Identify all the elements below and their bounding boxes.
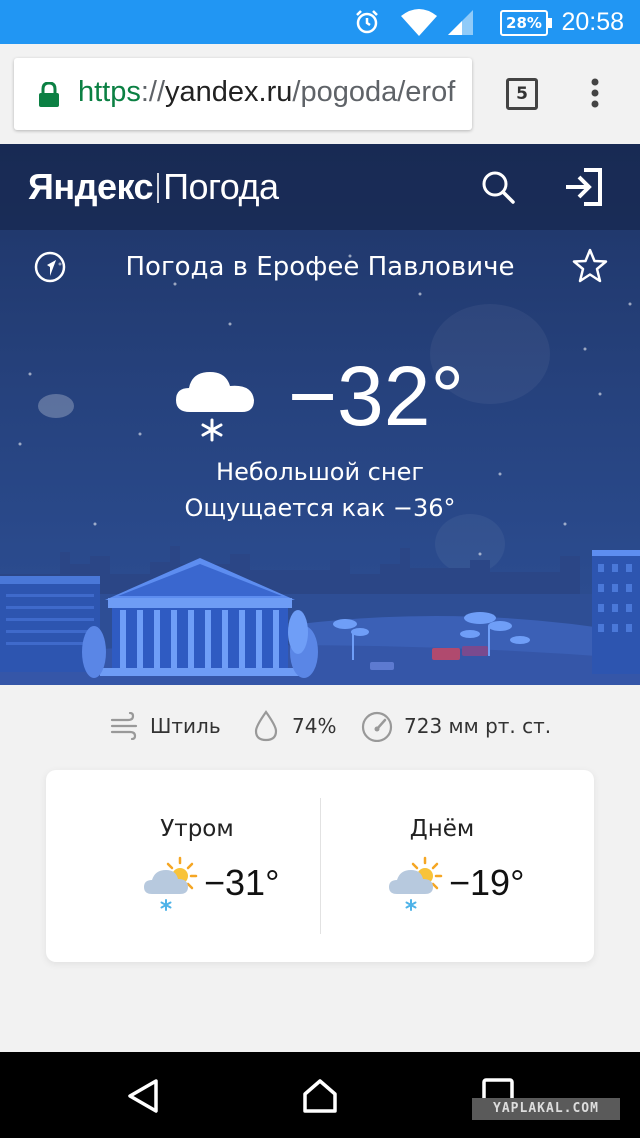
wind-metric: Штиль bbox=[110, 700, 230, 754]
url-host: yandex.ru bbox=[165, 76, 293, 108]
app-header: Яндекс Погода bbox=[0, 144, 640, 230]
watermark: YAPLAKAL.COM bbox=[472, 1098, 620, 1120]
wind-icon bbox=[110, 712, 138, 740]
yandex-weather-logo[interactable]: Яндекс Погода bbox=[28, 166, 279, 208]
wifi-icon bbox=[401, 9, 437, 36]
home-icon[interactable] bbox=[302, 1078, 338, 1114]
tab-switcher-button[interactable]: 5 bbox=[506, 78, 538, 110]
overflow-menu-icon[interactable] bbox=[590, 78, 600, 108]
url-text: https://yandex.ru/pogoda/erof bbox=[78, 76, 455, 109]
status-bar: 28% 20:58 bbox=[0, 0, 640, 44]
location-title[interactable]: Погода в Ерофее Павловиче bbox=[0, 252, 640, 282]
url-protocol: https bbox=[78, 76, 141, 108]
address-bar[interactable]: https://yandex.ru/pogoda/erof bbox=[14, 58, 472, 130]
lock-icon bbox=[39, 82, 59, 107]
pressure-gauge-icon bbox=[361, 711, 393, 742]
wind-value: Штиль bbox=[150, 714, 221, 738]
pressure-metric: 723 мм рт. ст. bbox=[360, 700, 560, 754]
url-separator: :// bbox=[140, 76, 166, 108]
cloud-snow-icon bbox=[176, 372, 254, 442]
logo-yandex: Яндекс bbox=[28, 166, 154, 207]
weather-hero: Яндекс Погода Погода в Ерофее Павловиче −… bbox=[0, 144, 640, 685]
forecast-day[interactable]: Днём −19° bbox=[305, 770, 579, 962]
battery-indicator: 28% bbox=[500, 10, 552, 36]
status-time: 20:58 bbox=[561, 8, 624, 36]
city-illustration bbox=[0, 546, 640, 685]
forecast-label: Утром bbox=[160, 816, 234, 842]
feels-like: Ощущается как −36° bbox=[184, 494, 456, 522]
current-temperature: −32° bbox=[288, 349, 465, 443]
back-icon[interactable] bbox=[126, 1078, 160, 1114]
partly-cloudy-snow-icon bbox=[389, 856, 443, 911]
system-nav-bar bbox=[0, 1052, 640, 1138]
humidity-value: 74% bbox=[292, 714, 337, 738]
search-icon[interactable] bbox=[480, 169, 516, 205]
location-row: Погода в Ерофее Павловиче bbox=[0, 248, 640, 288]
cell-signal-icon bbox=[448, 10, 473, 35]
forecast-label: Днём bbox=[409, 816, 475, 842]
forecast-temp: −19° bbox=[449, 862, 525, 903]
weather-metrics: Штиль 74% 723 мм рт. ст. bbox=[0, 700, 640, 754]
humidity-drop-icon bbox=[254, 710, 278, 742]
current-condition: Небольшой снег bbox=[216, 458, 424, 486]
url-path: /pogoda/erof bbox=[292, 76, 456, 108]
pressure-value: 723 мм рт. ст. bbox=[404, 714, 552, 738]
forecast-morning[interactable]: Утром −31° bbox=[60, 770, 334, 962]
partly-cloudy-snow-icon bbox=[144, 856, 198, 911]
login-icon[interactable] bbox=[564, 168, 604, 206]
alarm-icon bbox=[356, 10, 378, 34]
humidity-metric: 74% bbox=[254, 700, 344, 754]
star-icon[interactable] bbox=[572, 248, 608, 284]
day-forecast-card[interactable]: Утром −31° Днём −19° bbox=[46, 770, 594, 962]
forecast-temp: −31° bbox=[204, 862, 280, 903]
logo-product: Погода bbox=[163, 166, 279, 207]
browser-toolbar: https://yandex.ru/pogoda/erof 5 bbox=[0, 44, 640, 144]
